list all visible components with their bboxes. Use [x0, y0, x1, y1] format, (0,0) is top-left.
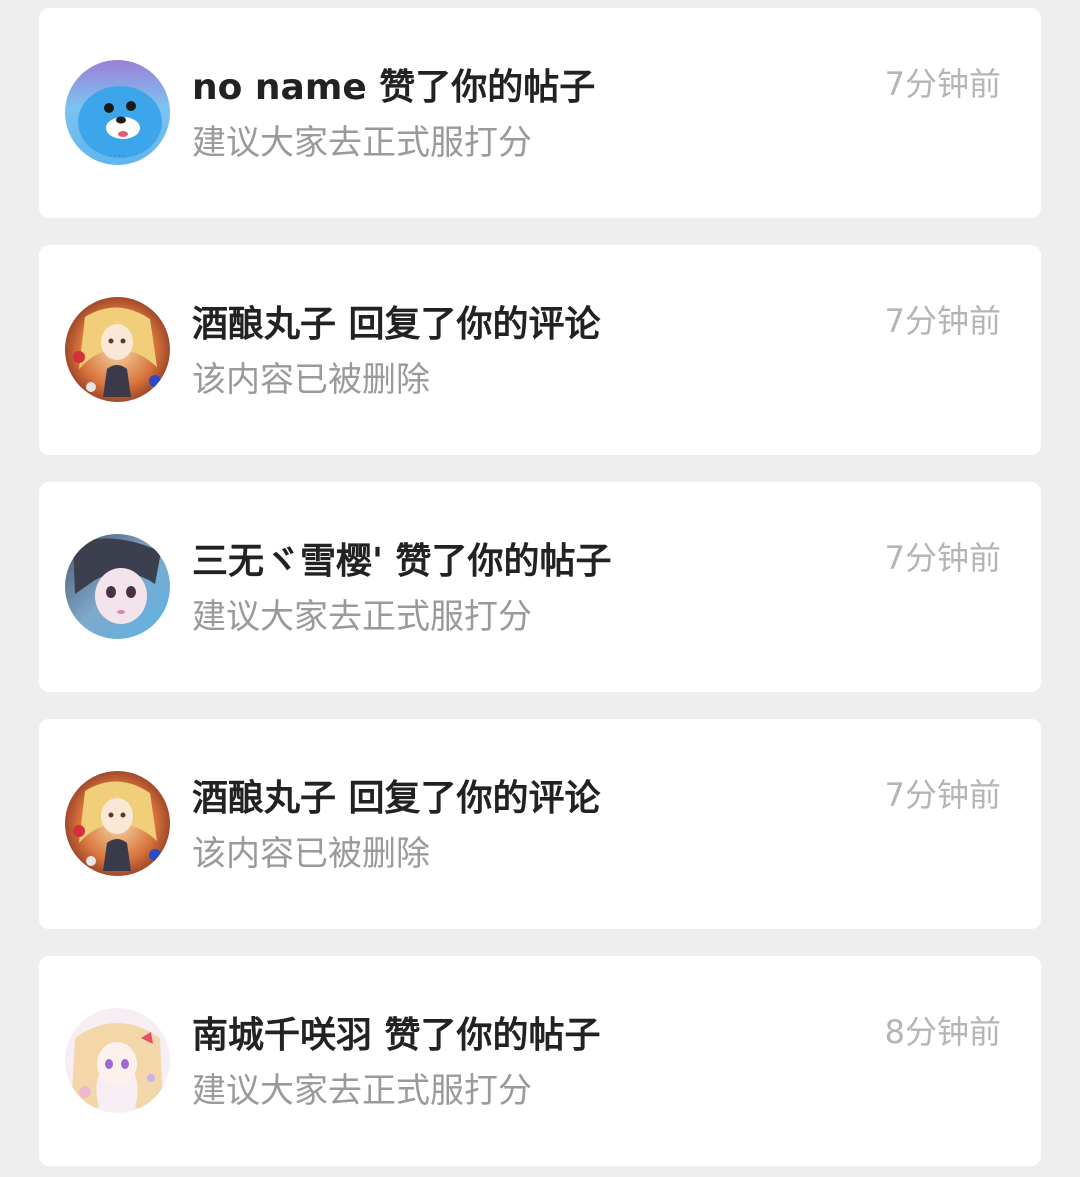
- notification-card[interactable]: 南城千咲羽 赞了你的帖子 建议大家去正式服打分 8分钟前: [39, 956, 1041, 1166]
- anime-girl-blue-avatar-icon[interactable]: [65, 534, 170, 639]
- notification-time: 7分钟前: [884, 302, 1001, 340]
- notification-list: · · · · no name 赞了你的帖子 建议大家去正式服打分 7分钟前 酒…: [0, 0, 1080, 1177]
- notification-time: 7分钟前: [884, 65, 1001, 103]
- notification-card[interactable]: 酒酿丸子 回复了你的评论 该内容已被删除 7分钟前: [39, 245, 1041, 455]
- notification-content: 该内容已被删除: [192, 360, 430, 400]
- notification-title: 酒酿丸子 回复了你的评论: [192, 778, 601, 819]
- notification-title: 南城千咲羽 赞了你的帖子: [192, 1015, 601, 1056]
- notification-title: 酒酿丸子 回复了你的评论: [192, 304, 601, 345]
- notification-card[interactable]: 三无ヾ雪樱' 赞了你的帖子 建议大家去正式服打分 7分钟前: [39, 482, 1041, 692]
- blue-seal-avatar-icon[interactable]: · · · ·: [65, 60, 170, 165]
- notification-content: 建议大家去正式服打分: [192, 597, 532, 637]
- anime-girl-red-avatar-icon[interactable]: [65, 297, 170, 402]
- notification-card[interactable]: 酒酿丸子 回复了你的评论 该内容已被删除 7分钟前: [39, 719, 1041, 929]
- notification-content: 建议大家去正式服打分: [192, 1071, 532, 1111]
- notification-title: no name 赞了你的帖子: [192, 67, 596, 108]
- notification-content: 建议大家去正式服打分: [192, 123, 532, 163]
- notification-time: 8分钟前: [884, 1013, 1001, 1051]
- notification-title: 三无ヾ雪樱' 赞了你的帖子: [192, 541, 612, 582]
- svg-text:· · · ·: · · · ·: [109, 152, 125, 160]
- notification-card[interactable]: · · · · no name 赞了你的帖子 建议大家去正式服打分 7分钟前: [39, 8, 1041, 218]
- anime-girl-pink-avatar-icon[interactable]: [65, 1008, 170, 1113]
- notification-content: 该内容已被删除: [192, 834, 430, 874]
- notification-time: 7分钟前: [884, 539, 1001, 577]
- notification-time: 7分钟前: [884, 776, 1001, 814]
- anime-girl-red-avatar-icon[interactable]: [65, 771, 170, 876]
